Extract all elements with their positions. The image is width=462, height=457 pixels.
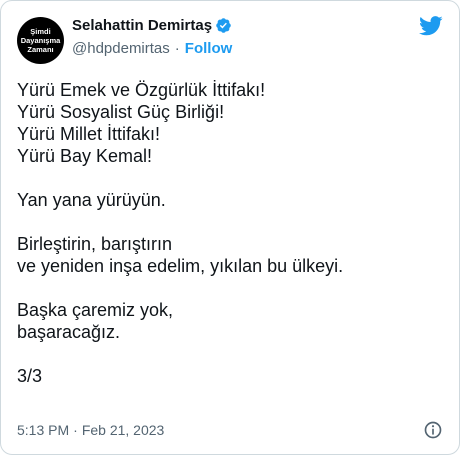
tweet-card: Şimdi Dayanışma Zamanı Selahattin Demirt…	[0, 0, 460, 455]
tweet-line: başaracağız.	[17, 322, 121, 342]
follow-button[interactable]: Follow	[185, 40, 233, 57]
verified-badge-icon	[216, 18, 231, 33]
info-icon[interactable]	[423, 420, 443, 440]
separator-dot: ·	[174, 40, 180, 57]
author-name-row[interactable]: Selahattin Demirtaş	[72, 17, 232, 34]
tweet-line: Birleştirin, barıştırın	[17, 234, 173, 254]
author-handle[interactable]: @hdpdemirtas	[72, 40, 170, 57]
tweet-line: Yürü Millet İttifakı!	[17, 124, 161, 144]
author-name[interactable]: Selahattin Demirtaş	[72, 17, 212, 34]
author-handle-row: @hdpdemirtas · Follow	[72, 40, 232, 57]
tweet-time[interactable]: 5:13 PM	[17, 422, 69, 438]
tweet-date[interactable]: Feb 21, 2023	[82, 422, 165, 438]
tweet-line: Yürü Bay Kemal!	[17, 146, 153, 166]
tweet-line: Başka çaremiz yok,	[17, 300, 174, 320]
tweet-line: Yan yana yürüyün.	[17, 190, 166, 210]
tweet-line: ve yeniden inşa edelim, yıkılan bu ülkey…	[17, 256, 344, 276]
tweet-timestamp[interactable]: 5:13 PM · Feb 21, 2023	[17, 422, 164, 438]
tweet-text: Yürü Emek ve Özgürlük İttifakı! Yürü Sos…	[17, 79, 447, 387]
tweet-line: 3/3	[17, 366, 43, 386]
avatar[interactable]: Şimdi Dayanışma Zamanı	[17, 17, 64, 64]
twitter-bird-icon[interactable]	[419, 16, 443, 36]
avatar-text-line-3: Zamanı	[27, 45, 54, 54]
tweet-line: Yürü Sosyalist Güç Birliği!	[17, 102, 225, 122]
avatar-text-line-2: Dayanışma	[20, 36, 61, 45]
separator-dot: ·	[73, 422, 78, 438]
avatar-text-line-1: Şimdi	[30, 27, 51, 36]
tweet-line: Yürü Emek ve Özgürlük İttifakı!	[17, 80, 266, 100]
